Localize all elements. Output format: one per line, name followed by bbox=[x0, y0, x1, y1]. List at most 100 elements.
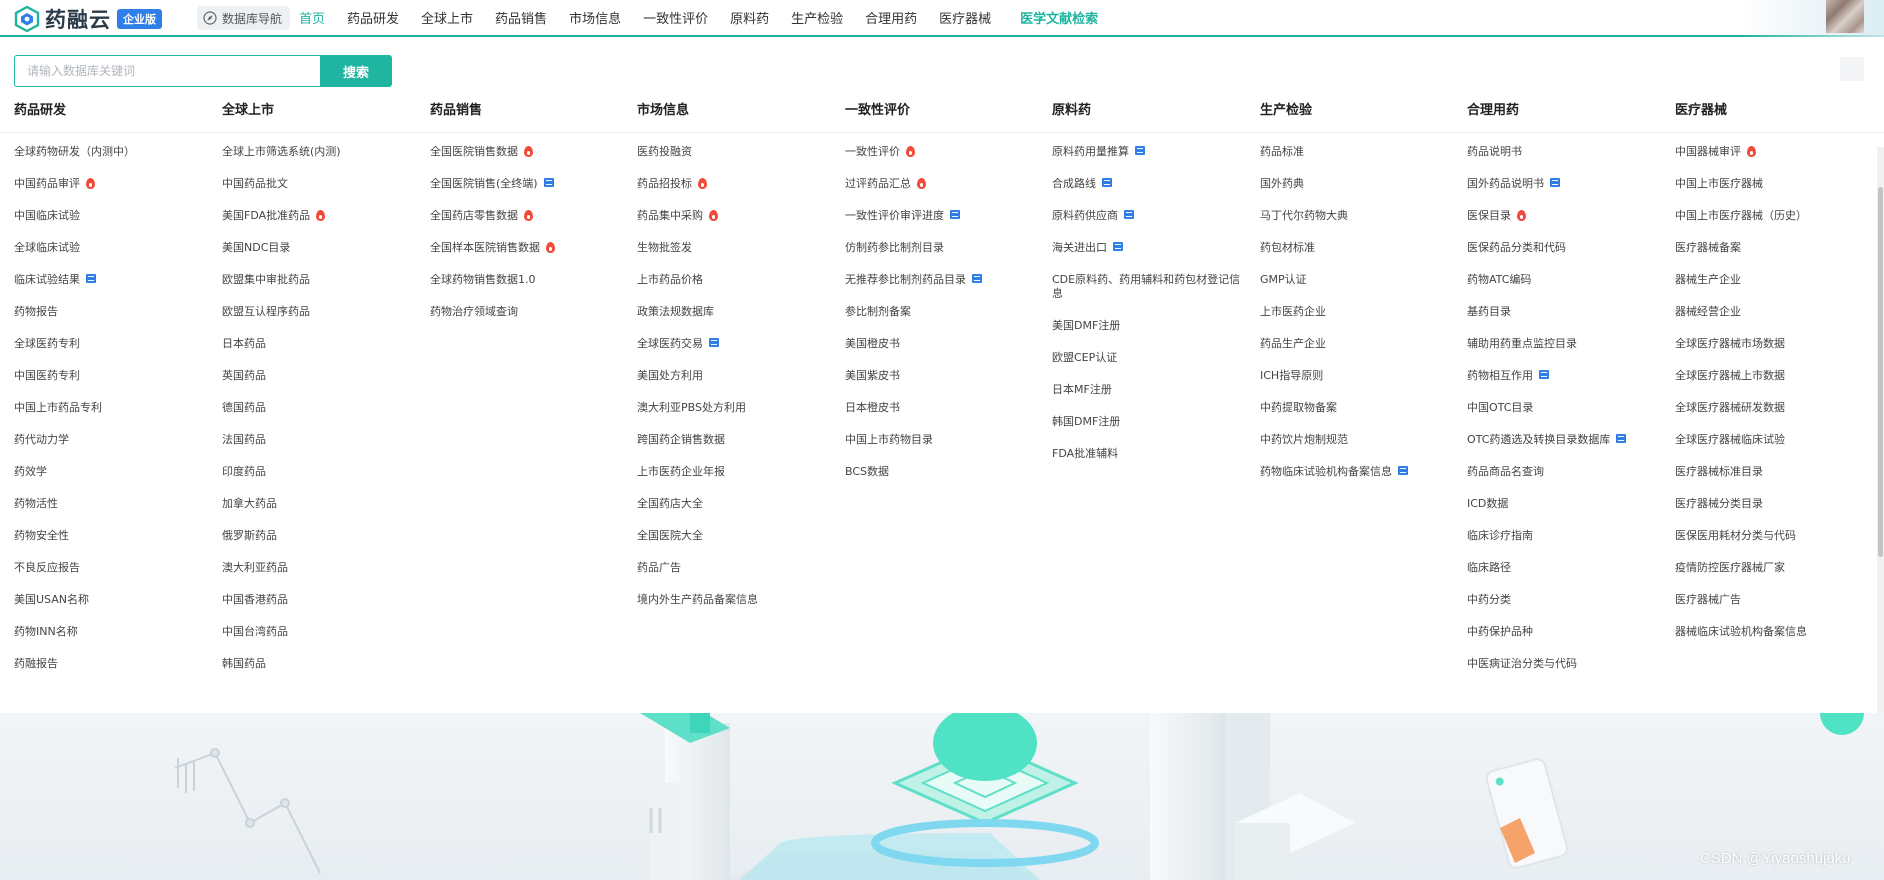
nav-global-market[interactable]: 全球上市 bbox=[421, 8, 473, 27]
database-link[interactable]: 德国药品 bbox=[222, 401, 422, 433]
database-link[interactable]: 中国医药专利 bbox=[14, 369, 214, 401]
database-link[interactable]: ICH指导原则 bbox=[1260, 369, 1460, 401]
user-avatar[interactable] bbox=[1826, 0, 1864, 33]
database-link[interactable]: 原料药供应商 bbox=[1052, 209, 1252, 241]
database-link[interactable]: 上市医药企业 bbox=[1260, 305, 1460, 337]
nav-api[interactable]: 原料药 bbox=[730, 8, 769, 27]
database-link[interactable]: 医保医用耗材分类与代码 bbox=[1675, 529, 1875, 561]
database-link[interactable]: 全球上市筛选系统(内测) bbox=[222, 145, 422, 177]
database-link[interactable]: 中国上市药品专利 bbox=[14, 401, 214, 433]
database-link[interactable]: 全球医疗器械市场数据 bbox=[1675, 337, 1875, 369]
database-link[interactable]: 基药目录 bbox=[1467, 305, 1667, 337]
database-link[interactable]: 全球医药专利 bbox=[14, 337, 214, 369]
database-link[interactable]: 全国医院销售(全终端) bbox=[430, 177, 630, 209]
database-link[interactable]: 韩国DMF注册 bbox=[1052, 415, 1252, 447]
database-link[interactable]: 境内外生产药品备案信息 bbox=[637, 593, 837, 625]
database-link[interactable]: 欧盟互认程序药品 bbox=[222, 305, 422, 337]
database-link[interactable]: 全球临床试验 bbox=[14, 241, 214, 273]
database-link[interactable]: 美国NDC目录 bbox=[222, 241, 422, 273]
database-link[interactable]: CDE原料药、药用辅料和药包材登记信息 bbox=[1052, 273, 1242, 319]
database-navigation-button[interactable]: 数据库导航 bbox=[197, 6, 291, 30]
database-link[interactable]: 上市药品价格 bbox=[637, 273, 837, 305]
database-link[interactable]: 全球医疗器械临床试验 bbox=[1675, 433, 1875, 465]
search-button[interactable]: 搜索 bbox=[320, 55, 392, 87]
database-link[interactable]: ICD数据 bbox=[1467, 497, 1667, 529]
database-link[interactable]: 原料药用量推算 bbox=[1052, 145, 1252, 177]
database-link[interactable]: 全球医疗器械研发数据 bbox=[1675, 401, 1875, 433]
nav-devices[interactable]: 医疗器械 bbox=[939, 8, 991, 27]
database-link[interactable]: 一致性评价 bbox=[845, 145, 1045, 177]
database-link[interactable]: 全球医药交易 bbox=[637, 337, 837, 369]
database-link[interactable]: 全国样本医院销售数据 bbox=[430, 241, 630, 273]
database-link[interactable]: 药品集中采购 bbox=[637, 209, 837, 241]
database-link[interactable]: 中药保护品种 bbox=[1467, 625, 1667, 657]
database-link[interactable]: 韩国药品 bbox=[222, 657, 422, 689]
database-link[interactable]: 中国上市医疗器械（历史） bbox=[1675, 209, 1875, 241]
nav-rational-use[interactable]: 合理用药 bbox=[865, 8, 917, 27]
database-link[interactable]: 上市医药企业年报 bbox=[637, 465, 837, 497]
database-link[interactable]: 美国DMF注册 bbox=[1052, 319, 1252, 351]
database-link[interactable]: 英国药品 bbox=[222, 369, 422, 401]
database-link[interactable]: 美国紫皮书 bbox=[845, 369, 1045, 401]
database-link[interactable]: 日本药品 bbox=[222, 337, 422, 369]
database-link[interactable]: 美国橙皮书 bbox=[845, 337, 1045, 369]
database-link[interactable]: 欧盟CEP认证 bbox=[1052, 351, 1252, 383]
database-link[interactable]: 中国OTC目录 bbox=[1467, 401, 1667, 433]
database-link[interactable]: 中国上市药物目录 bbox=[845, 433, 1045, 465]
nav-consistency[interactable]: 一致性评价 bbox=[643, 8, 708, 27]
database-link[interactable]: 过评药品汇总 bbox=[845, 177, 1045, 209]
database-link[interactable]: 美国处方利用 bbox=[637, 369, 837, 401]
nav-home[interactable]: 首页 bbox=[299, 8, 325, 27]
database-link[interactable]: 中医病证治分类与代码 bbox=[1467, 657, 1667, 689]
nav-market-info[interactable]: 市场信息 bbox=[569, 8, 621, 27]
database-link[interactable]: GMP认证 bbox=[1260, 273, 1460, 305]
database-link[interactable]: 药物INN名称 bbox=[14, 625, 214, 657]
database-link[interactable]: 国外药品说明书 bbox=[1467, 177, 1667, 209]
database-link[interactable]: 欧盟集中审批药品 bbox=[222, 273, 422, 305]
database-link[interactable]: 全国药店大全 bbox=[637, 497, 837, 529]
database-link[interactable]: 中国器械审评 bbox=[1675, 145, 1875, 177]
database-link[interactable]: 医药投融资 bbox=[637, 145, 837, 177]
database-link[interactable]: 全球药物研发（内测中） bbox=[14, 145, 214, 177]
database-link[interactable]: 美国USAN名称 bbox=[14, 593, 214, 625]
database-link[interactable]: 药品广告 bbox=[637, 561, 837, 593]
database-link[interactable]: 中国台湾药品 bbox=[222, 625, 422, 657]
database-link[interactable]: 不良反应报告 bbox=[14, 561, 214, 593]
database-link[interactable]: 中国药品审评 bbox=[14, 177, 214, 209]
database-link[interactable]: 中药提取物备案 bbox=[1260, 401, 1460, 433]
database-link[interactable]: 药物相互作用 bbox=[1467, 369, 1667, 401]
database-link[interactable]: 药物临床试验机构备案信息 bbox=[1260, 465, 1460, 497]
database-link[interactable]: 中国临床试验 bbox=[14, 209, 214, 241]
database-link[interactable]: 一致性评价审评进度 bbox=[845, 209, 1045, 241]
nav-production[interactable]: 生产检验 bbox=[791, 8, 843, 27]
database-link[interactable]: 药物ATC编码 bbox=[1467, 273, 1667, 305]
database-link[interactable]: 器械经营企业 bbox=[1675, 305, 1875, 337]
database-link[interactable]: 全球医疗器械上市数据 bbox=[1675, 369, 1875, 401]
database-link[interactable]: 中药分类 bbox=[1467, 593, 1667, 625]
database-link[interactable]: 药包材标准 bbox=[1260, 241, 1460, 273]
database-link[interactable]: 药品标准 bbox=[1260, 145, 1460, 177]
database-link[interactable]: 中国药品批文 bbox=[222, 177, 422, 209]
database-link[interactable]: 全球药物销售数据1.0 bbox=[430, 273, 630, 305]
nav-drug-rd[interactable]: 药品研发 bbox=[347, 8, 399, 27]
database-link[interactable]: 中国香港药品 bbox=[222, 593, 422, 625]
database-link[interactable]: 药效学 bbox=[14, 465, 214, 497]
database-link[interactable]: 器械临床试验机构备案信息 bbox=[1675, 625, 1875, 657]
database-link[interactable]: 日本MF注册 bbox=[1052, 383, 1252, 415]
database-link[interactable]: 全国医院大全 bbox=[637, 529, 837, 561]
panel-scrollbar[interactable] bbox=[1877, 147, 1884, 713]
database-link[interactable]: 药物治疗领域查询 bbox=[430, 305, 630, 337]
database-link[interactable]: 医疗器械广告 bbox=[1675, 593, 1875, 625]
database-link[interactable]: 药品生产企业 bbox=[1260, 337, 1460, 369]
database-link[interactable]: 全国药店零售数据 bbox=[430, 209, 630, 241]
database-link[interactable]: 器械生产企业 bbox=[1675, 273, 1875, 305]
database-link[interactable]: 中药饮片炮制规范 bbox=[1260, 433, 1460, 465]
database-link[interactable]: 马丁代尔药物大典 bbox=[1260, 209, 1460, 241]
panel-corner-button[interactable] bbox=[1840, 57, 1864, 81]
database-search-input[interactable] bbox=[14, 55, 320, 87]
database-link[interactable]: 法国药品 bbox=[222, 433, 422, 465]
scrollbar-thumb[interactable] bbox=[1878, 187, 1883, 557]
database-link[interactable]: 澳大利亚药品 bbox=[222, 561, 422, 593]
database-link[interactable]: 跨国药企销售数据 bbox=[637, 433, 837, 465]
database-link[interactable]: BCS数据 bbox=[845, 465, 1045, 497]
